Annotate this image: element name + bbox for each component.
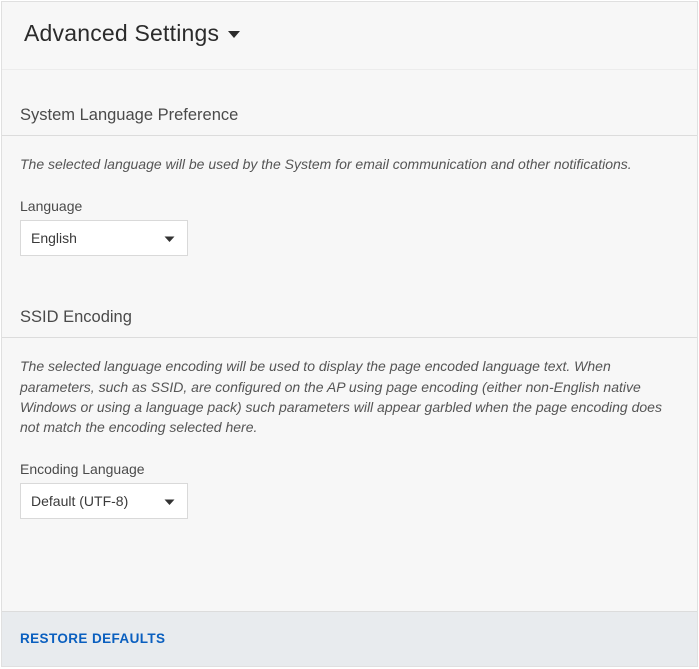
encoding-select[interactable]: Default (UTF-8) bbox=[20, 483, 188, 519]
encoding-select-value: Default (UTF-8) bbox=[31, 493, 128, 509]
section-header-language: System Language Preference bbox=[2, 70, 697, 136]
panel-body: System Language Preference The selected … bbox=[2, 70, 697, 666]
panel-header[interactable]: Advanced Settings bbox=[2, 2, 697, 70]
caret-down-icon bbox=[164, 493, 175, 509]
language-select-value: English bbox=[31, 230, 77, 246]
language-field-label: Language bbox=[20, 198, 679, 214]
language-select[interactable]: English bbox=[20, 220, 188, 256]
section-body-language: The selected language will be used by th… bbox=[2, 136, 697, 266]
chevron-down-icon bbox=[227, 27, 241, 45]
encoding-description: The selected language encoding will be u… bbox=[20, 356, 679, 437]
language-description: The selected language will be used by th… bbox=[20, 154, 679, 174]
advanced-settings-panel: Advanced Settings System Language Prefer… bbox=[1, 1, 698, 667]
panel-footer: RESTORE DEFAULTS bbox=[2, 611, 697, 666]
section-body-encoding: The selected language encoding will be u… bbox=[2, 338, 697, 529]
encoding-field-label: Encoding Language bbox=[20, 461, 679, 477]
section-header-encoding: SSID Encoding bbox=[2, 266, 697, 338]
restore-defaults-button[interactable]: RESTORE DEFAULTS bbox=[20, 631, 165, 646]
caret-down-icon bbox=[164, 230, 175, 246]
panel-title: Advanced Settings bbox=[24, 20, 219, 47]
